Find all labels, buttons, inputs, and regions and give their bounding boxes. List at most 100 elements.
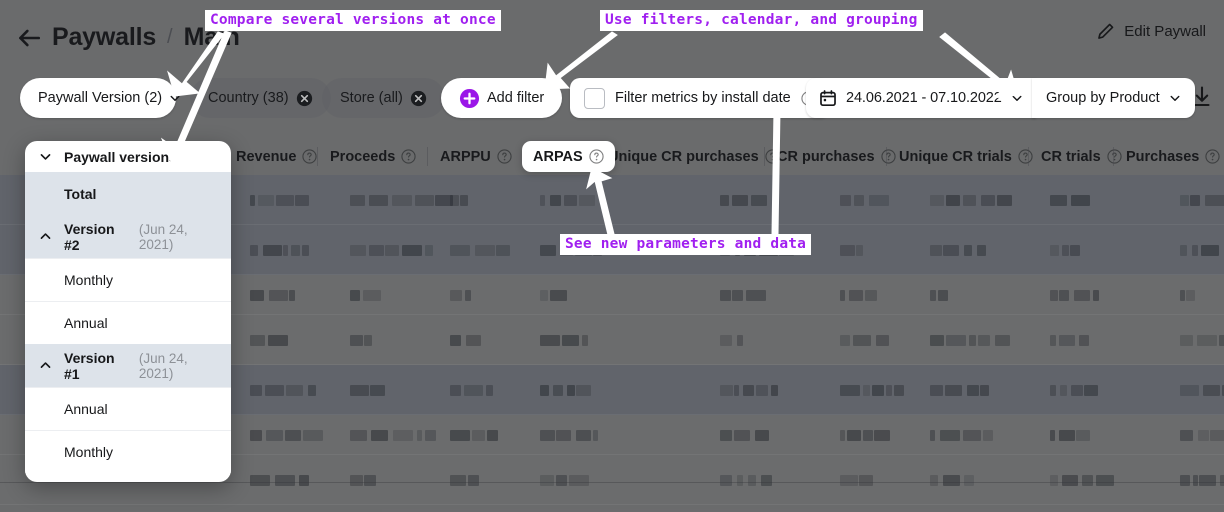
obscured-value-block	[289, 290, 295, 301]
filter-by-install-date-control[interactable]: Filter metrics by install date	[570, 78, 830, 118]
chevron-down-icon	[39, 150, 52, 163]
obscured-value-block	[967, 385, 979, 396]
obscured-value-block	[995, 335, 1010, 346]
table-cell	[350, 365, 388, 415]
obscured-value-block	[930, 430, 935, 441]
obscured-value-block	[392, 195, 412, 206]
obscured-value-block	[840, 335, 850, 346]
obscured-value-block	[756, 385, 768, 396]
obscured-value-block	[1062, 245, 1069, 256]
obscured-value-block	[840, 290, 845, 301]
paywall-version-item[interactable]: Monthly	[25, 258, 231, 301]
obscured-value-block	[567, 385, 575, 396]
add-filter-button[interactable]: Add filter	[441, 78, 562, 118]
table-column-header-cr-purchases[interactable]: CR purchases	[777, 138, 896, 175]
question-circle-icon[interactable]	[589, 149, 604, 164]
table-column-header-unique-cr-purchases[interactable]: Unique CR purchases	[608, 138, 780, 175]
table-column-header-purchases[interactable]: Purchases	[1126, 138, 1220, 175]
obscured-value-block	[872, 385, 884, 396]
paywall-version-item[interactable]: Annual	[25, 301, 231, 344]
question-circle-icon[interactable]	[401, 149, 416, 164]
table-cell	[450, 225, 512, 275]
paywall-version-item[interactable]: Annual	[25, 387, 231, 430]
calendar-icon	[819, 89, 837, 107]
paywall-version-item-label: Version #2	[64, 221, 127, 253]
table-cell	[250, 225, 314, 275]
close-circle-icon[interactable]	[410, 90, 427, 107]
obscured-value-block	[1180, 245, 1187, 256]
obscured-value-block	[746, 290, 766, 301]
question-circle-icon[interactable]	[1205, 149, 1220, 164]
obscured-value-block	[1180, 475, 1190, 486]
question-circle-icon[interactable]	[881, 149, 896, 164]
paywall-version-item[interactable]: Total	[25, 172, 231, 215]
table-column-header-arpas[interactable]: ARPAS	[522, 141, 615, 172]
obscured-value-block	[576, 430, 591, 441]
table-column-header-proceeds[interactable]: Proceeds	[330, 138, 416, 175]
obscured-value-block	[930, 475, 938, 486]
question-circle-icon[interactable]	[1018, 149, 1033, 164]
obscured-value-block	[425, 430, 436, 441]
table-column-header-unique-cr-trials[interactable]: Unique CR trials	[899, 138, 1033, 175]
question-circle-icon[interactable]	[302, 149, 317, 164]
filters-calendar-grouping-callout: Use filters, calendar, and grouping	[600, 10, 923, 31]
column-separator	[427, 147, 428, 166]
paywall-versions-dropdown[interactable]: Paywall versions Total Version #2 (Jun 24,…	[25, 141, 231, 482]
obscured-value-block	[550, 290, 567, 301]
question-circle-icon[interactable]	[497, 149, 512, 164]
column-header-label: CR purchases	[777, 149, 875, 165]
table-cell	[1180, 225, 1224, 275]
filter-chip-store[interactable]: Store (all)	[322, 78, 445, 118]
filter-chip-paywall-version-label: Paywall Version (2)	[38, 90, 162, 106]
obscured-value-block	[945, 385, 962, 396]
table-cell	[540, 275, 569, 315]
obscured-value-block	[350, 385, 369, 396]
install-date-checkbox[interactable]	[584, 88, 605, 109]
question-circle-icon[interactable]	[1107, 149, 1122, 164]
obscured-value-block	[450, 195, 459, 206]
obscured-value-block	[963, 430, 981, 441]
table-cell	[1180, 315, 1224, 365]
table-cell	[350, 175, 456, 225]
row-divider	[0, 504, 1224, 505]
obscured-value-block	[593, 430, 598, 441]
obscured-value-block	[1203, 385, 1220, 396]
edit-paywall-button[interactable]: Edit Paywall	[1096, 22, 1206, 41]
obscured-value-block	[1059, 335, 1075, 346]
breadcrumb-paywalls[interactable]: Paywalls	[52, 23, 156, 52]
filter-chip-paywall-version[interactable]: Paywall Version (2)	[20, 78, 176, 118]
paywall-version-item-date: (Jun 24, 2021)	[139, 222, 217, 252]
arrow-left-icon[interactable]	[16, 25, 42, 51]
paywall-versions-dropdown-header[interactable]: Paywall versions	[25, 141, 231, 172]
paywall-version-item[interactable]: Version #1(Jun 24, 2021)	[25, 344, 231, 387]
obscured-value-block	[417, 430, 422, 441]
obscured-value-block	[1059, 290, 1069, 301]
obscured-value-block	[1082, 475, 1093, 486]
close-circle-icon[interactable]	[296, 90, 313, 107]
obscured-value-block	[450, 385, 461, 396]
obscured-value-block	[938, 290, 948, 301]
table-cell	[930, 455, 977, 505]
table-cell	[540, 175, 598, 225]
obscured-value-block	[250, 335, 265, 346]
filter-chip-country[interactable]: Country (38)	[190, 78, 331, 118]
obscured-value-block	[720, 195, 729, 206]
table-cell	[1180, 415, 1224, 455]
date-range-picker[interactable]: 24.06.2021 - 07.10.2022	[806, 78, 1036, 118]
table-cell	[840, 415, 895, 455]
table-column-header-cr-trials[interactable]: CR trials	[1041, 138, 1122, 175]
paywall-version-item[interactable]: Monthly	[25, 430, 231, 473]
table-column-header-revenue[interactable]: Revenue	[236, 138, 317, 175]
edit-paywall-label: Edit Paywall	[1124, 23, 1206, 40]
obscured-value-block	[487, 430, 498, 441]
obscured-value-block	[983, 430, 993, 441]
paywall-version-item[interactable]: Version #2 (Jun 24, 2021)	[25, 215, 231, 258]
group-by-selector[interactable]: Group by Product	[1032, 78, 1195, 118]
obscured-value-block	[980, 385, 989, 396]
obscured-value-block	[369, 245, 384, 256]
obscured-value-block	[550, 195, 561, 206]
obscured-value-block	[751, 195, 767, 206]
obscured-value-block	[720, 475, 732, 486]
obscured-value-block	[556, 475, 567, 486]
table-column-header-arppu[interactable]: ARPPU	[440, 138, 512, 175]
